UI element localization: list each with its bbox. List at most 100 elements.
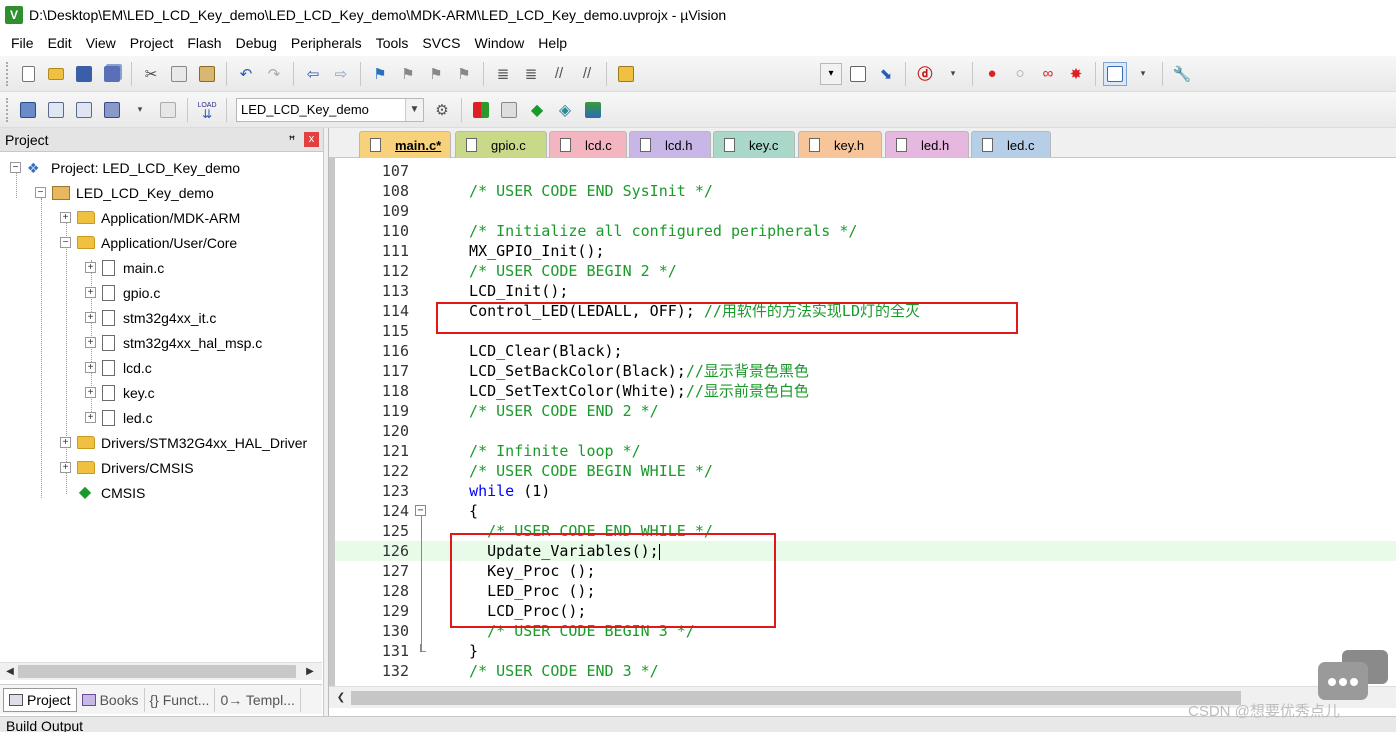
uncomment-icon[interactable]: // — [575, 62, 599, 86]
code-line[interactable]: 127 Key_Proc (); — [335, 561, 1396, 581]
find-icon[interactable]: ⬊ — [874, 62, 898, 86]
menu-svcs[interactable]: SVCS — [415, 31, 467, 55]
batch-build-icon[interactable] — [100, 98, 124, 122]
code-line[interactable]: 129 LCD_Proc(); — [335, 601, 1396, 621]
tab-main-c[interactable]: main.c* — [359, 131, 451, 158]
expand-icon[interactable]: + — [85, 387, 96, 398]
build-icon[interactable] — [44, 98, 68, 122]
expand-icon[interactable]: + — [60, 462, 71, 473]
menu-project[interactable]: Project — [123, 31, 181, 55]
tree-item-file[interactable]: + stm32g4xx_it.c — [85, 305, 216, 330]
scrollbar-thumb[interactable] — [351, 691, 1241, 705]
expand-icon[interactable]: + — [85, 362, 96, 373]
tab-templates[interactable]: 0→ Templ... — [215, 687, 301, 712]
bookmark-prev-icon[interactable]: ⚑ — [396, 62, 420, 86]
menu-file[interactable]: File — [4, 31, 41, 55]
expand-icon[interactable]: + — [85, 262, 96, 273]
code-line[interactable]: 125 /* USER CODE END WHILE */ — [335, 521, 1396, 541]
unindent-icon[interactable]: ≣ — [519, 62, 543, 86]
code-line[interactable]: 109 — [335, 201, 1396, 221]
debug-session-icon[interactable]: ⓓ — [913, 62, 937, 86]
download-load-icon[interactable]: LOAD ⇊ — [195, 98, 219, 122]
expand-icon[interactable]: + — [85, 287, 96, 298]
tree-item-file[interactable]: + led.c — [85, 405, 153, 430]
tree-item-project-root[interactable]: − ❖ Project: LED_LCD_Key_demo — [10, 155, 240, 180]
tree-item-file[interactable]: + lcd.c — [85, 355, 152, 380]
code-area[interactable]: 107 108 /* USER CODE END SysInit */109 110… — [329, 158, 1396, 686]
translate-icon[interactable] — [16, 98, 40, 122]
code-line[interactable]: 124− { — [335, 501, 1396, 521]
tab-functions[interactable]: {} Funct... — [145, 687, 216, 712]
code-line[interactable]: 131 } — [335, 641, 1396, 661]
tree-item-group[interactable]: + Drivers/STM32G4xx_HAL_Driver — [60, 430, 307, 455]
tab-project[interactable]: Project — [3, 687, 77, 712]
menu-edit[interactable]: Edit — [41, 31, 79, 55]
tree-item-group[interactable]: + Drivers/CMSIS — [60, 455, 194, 480]
code-line[interactable]: 128 LED_Proc (); — [335, 581, 1396, 601]
menu-help[interactable]: Help — [531, 31, 574, 55]
close-icon[interactable]: x — [304, 132, 319, 147]
tree-item-file[interactable]: + key.c — [85, 380, 155, 405]
scroll-left-icon[interactable]: ❮ — [333, 690, 349, 706]
bookmark-next-icon[interactable]: ⚑ — [424, 62, 448, 86]
code-line[interactable]: 115 — [335, 321, 1396, 341]
breakpoint-kill-all-icon[interactable]: ✸ — [1064, 62, 1088, 86]
menu-debug[interactable]: Debug — [229, 31, 284, 55]
bookmark-clear-icon[interactable]: ⚑ — [452, 62, 476, 86]
window-layout-icon[interactable] — [1103, 61, 1127, 86]
paste-icon[interactable] — [195, 62, 219, 86]
debug-dropdown-icon[interactable]: ▾ — [941, 62, 965, 86]
tree-item-file[interactable]: + stm32g4xx_hal_msp.c — [85, 330, 262, 355]
code-line[interactable]: 126 Update_Variables(); — [335, 541, 1396, 561]
rebuild-icon[interactable] — [72, 98, 96, 122]
chevron-down-icon[interactable]: ▼ — [405, 98, 423, 121]
tab-key-c[interactable]: key.c — [713, 131, 795, 158]
expand-icon[interactable]: + — [85, 337, 96, 348]
menu-flash[interactable]: Flash — [180, 31, 228, 55]
select-packs-icon[interactable]: ◈ — [553, 98, 577, 122]
cut-icon[interactable]: ✂ — [139, 62, 163, 86]
copy-icon[interactable] — [167, 62, 191, 86]
bookmark-toggle-icon[interactable]: ⚑ — [368, 62, 392, 86]
expand-icon[interactable]: + — [85, 312, 96, 323]
breakpoint-disable-icon[interactable]: ○ — [1008, 62, 1032, 86]
code-line[interactable]: 132 /* USER CODE END 3 */ — [335, 661, 1396, 681]
target-select[interactable]: LED_LCD_Key_demo ▼ — [236, 97, 424, 122]
navigate-forward-icon[interactable]: ⇨ — [329, 62, 353, 86]
menu-tools[interactable]: Tools — [369, 31, 416, 55]
tab-books[interactable]: Books — [77, 687, 145, 712]
code-line[interactable]: 112 /* USER CODE BEGIN 2 */ — [335, 261, 1396, 281]
save-all-icon[interactable] — [100, 62, 124, 86]
navigate-back-icon[interactable]: ⇦ — [301, 62, 325, 86]
scroll-right-icon[interactable]: ▶ — [302, 664, 318, 680]
open-file-icon[interactable] — [44, 62, 68, 86]
menu-window[interactable]: Window — [468, 31, 532, 55]
breakpoint-insert-icon[interactable]: ● — [980, 62, 1004, 86]
tab-led-c[interactable]: led.c — [971, 131, 1051, 158]
stop-build-icon[interactable] — [156, 98, 180, 122]
expand-icon[interactable]: + — [60, 437, 71, 448]
file-extensions-icon[interactable] — [497, 98, 521, 122]
collapse-icon[interactable]: − — [35, 187, 46, 198]
code-line[interactable]: 111 MX_GPIO_Init(); — [335, 241, 1396, 261]
code-line[interactable]: 130 /* USER CODE BEGIN 3 */ — [335, 621, 1396, 641]
pin-icon[interactable]: ꟸ — [284, 133, 300, 147]
target-options-icon[interactable]: ⚙ — [430, 98, 454, 122]
code-line[interactable]: 114 Control_LED(LEDALL, OFF); //用软件的方法实现… — [335, 301, 1396, 321]
tree-item-component[interactable]: ◆ CMSIS — [77, 480, 146, 505]
tree-item-target[interactable]: − LED_LCD_Key_demo — [35, 180, 214, 205]
menu-peripherals[interactable]: Peripherals — [284, 31, 369, 55]
batch-build-dropdown-icon[interactable]: ▾ — [128, 98, 152, 122]
redo-icon[interactable]: ↷ — [262, 62, 286, 86]
tree-item-file[interactable]: + gpio.c — [85, 280, 160, 305]
scrollbar-thumb[interactable] — [18, 665, 296, 678]
code-line[interactable]: 120 — [335, 421, 1396, 441]
undo-icon[interactable]: ↶ — [234, 62, 258, 86]
tree-item-file[interactable]: + main.c — [85, 255, 164, 280]
tab-lcd-c[interactable]: lcd.c — [549, 131, 627, 158]
tab-gpio-c[interactable]: gpio.c — [455, 131, 547, 158]
code-line[interactable]: 113 LCD_Init(); — [335, 281, 1396, 301]
code-line[interactable]: 122 /* USER CODE BEGIN WHILE */ — [335, 461, 1396, 481]
tab-lcd-h[interactable]: lcd.h — [629, 131, 711, 158]
code-line[interactable]: 118 LCD_SetTextColor(White);//显示前景色白色 — [335, 381, 1396, 401]
